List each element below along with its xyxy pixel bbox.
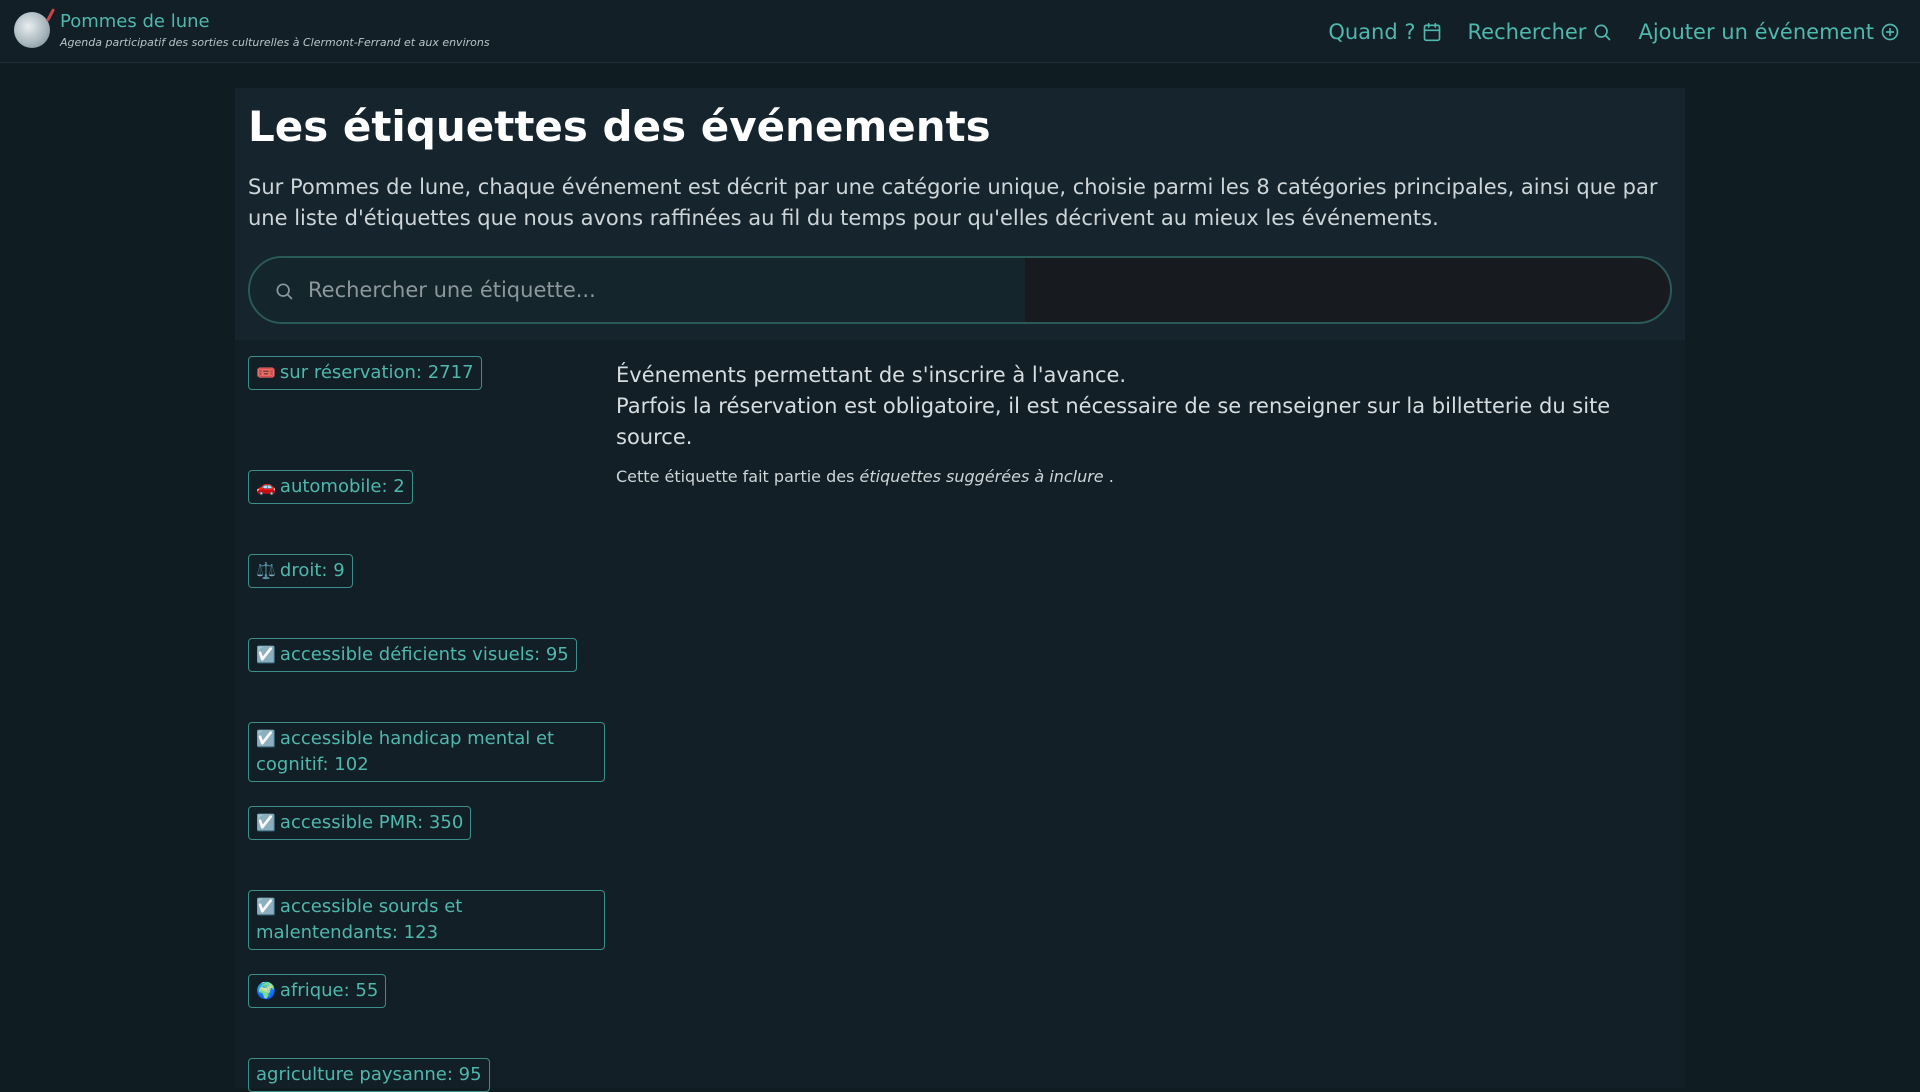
ticket-icon: 🎟️	[256, 363, 276, 382]
tag-search-input[interactable]	[306, 258, 1606, 322]
tag-label: afrique: 55	[279, 980, 379, 1001]
brand-tagline: Agenda participatif des sorties culturel…	[60, 36, 490, 49]
tag-accessible-sourds[interactable]: ☑️ accessible sourds et malentendants: 12…	[248, 890, 605, 950]
calendar-icon	[1423, 22, 1440, 42]
tag-label: automobile: 2	[279, 476, 405, 497]
details-note: Cette étiquette fait partie des étiquett…	[616, 467, 1114, 486]
page-title: Les étiquettes des événements	[248, 102, 991, 151]
search-icon	[1594, 24, 1611, 41]
suggested-tags-link[interactable]: étiquettes suggérées à inclure	[860, 467, 1104, 486]
tag-droit[interactable]: ⚖️ droit: 9	[248, 554, 353, 588]
checkbox-icon: ☑️	[256, 897, 276, 916]
tag-label: droit: 9	[279, 560, 345, 581]
nav-add-event[interactable]: Ajouter un événement	[1638, 18, 1900, 46]
search-icon	[276, 283, 293, 300]
main-nav: Quand ? Rechercher Ajouter un événement	[1328, 18, 1900, 46]
tag-label: sur réservation: 2717	[279, 362, 474, 383]
tag-label: accessible handicap mental et cognitif: …	[256, 728, 555, 775]
nav-when[interactable]: Quand ?	[1328, 18, 1441, 46]
tag-label: accessible sourds et malentendants: 123	[256, 896, 463, 943]
brand[interactable]: Pommes de lune Agenda participatif des s…	[14, 11, 490, 51]
tag-agriculture-paysanne[interactable]: agriculture paysanne: 95	[248, 1058, 490, 1092]
top-navbar: Pommes de lune Agenda participatif des s…	[0, 0, 1920, 63]
moon-apple-logo	[14, 12, 50, 48]
nav-search[interactable]: Rechercher	[1468, 18, 1613, 46]
tag-search-box[interactable]	[248, 256, 1672, 324]
plus-circle-icon	[1881, 23, 1899, 41]
globe-icon: 🌍	[256, 981, 276, 1000]
checkbox-icon: ☑️	[256, 645, 276, 664]
nav-when-label: Quand ?	[1328, 20, 1416, 44]
tag-automobile[interactable]: 🚗 automobile: 2	[248, 470, 413, 504]
tag-accessible-deficients-visuels[interactable]: ☑️ accessible déficients visuels: 95	[248, 638, 577, 672]
details-line-2: Parfois la réservation est obligatoire, …	[616, 394, 1611, 449]
tag-details: Événements permettant de s'inscrire à l'…	[616, 360, 1676, 486]
tag-accessible-handicap-mental[interactable]: ☑️ accessible handicap mental et cognitif…	[248, 722, 605, 782]
tag-accessible-pmr[interactable]: ☑️ accessible PMR: 350	[248, 806, 472, 840]
tag-label: accessible déficients visuels: 95	[279, 644, 569, 665]
balance-scale-icon: ⚖️	[256, 561, 276, 580]
brand-name[interactable]: Pommes de lune	[60, 11, 490, 33]
checkbox-icon: ☑️	[256, 729, 276, 748]
car-icon: 🚗	[256, 477, 276, 496]
tag-sur-reservation[interactable]: 🎟️ sur réservation: 2717	[248, 356, 482, 390]
intro-section: Les étiquettes des événements Sur Pommes…	[235, 88, 1685, 340]
tag-label: accessible PMR: 350	[279, 812, 464, 833]
details-line-1: Événements permettant de s'inscrire à l'…	[616, 363, 1127, 387]
main-card: Les étiquettes des événements Sur Pommes…	[235, 88, 1685, 1092]
nav-add-event-label: Ajouter un événement	[1638, 20, 1874, 44]
tag-afrique[interactable]: 🌍 afrique: 55	[248, 974, 387, 1008]
tag-label: agriculture paysanne: 95	[256, 1064, 482, 1085]
checkbox-icon: ☑️	[256, 813, 276, 832]
nav-search-label: Rechercher	[1467, 20, 1587, 44]
page-description: Sur Pommes de lune, chaque événement est…	[248, 175, 1658, 230]
